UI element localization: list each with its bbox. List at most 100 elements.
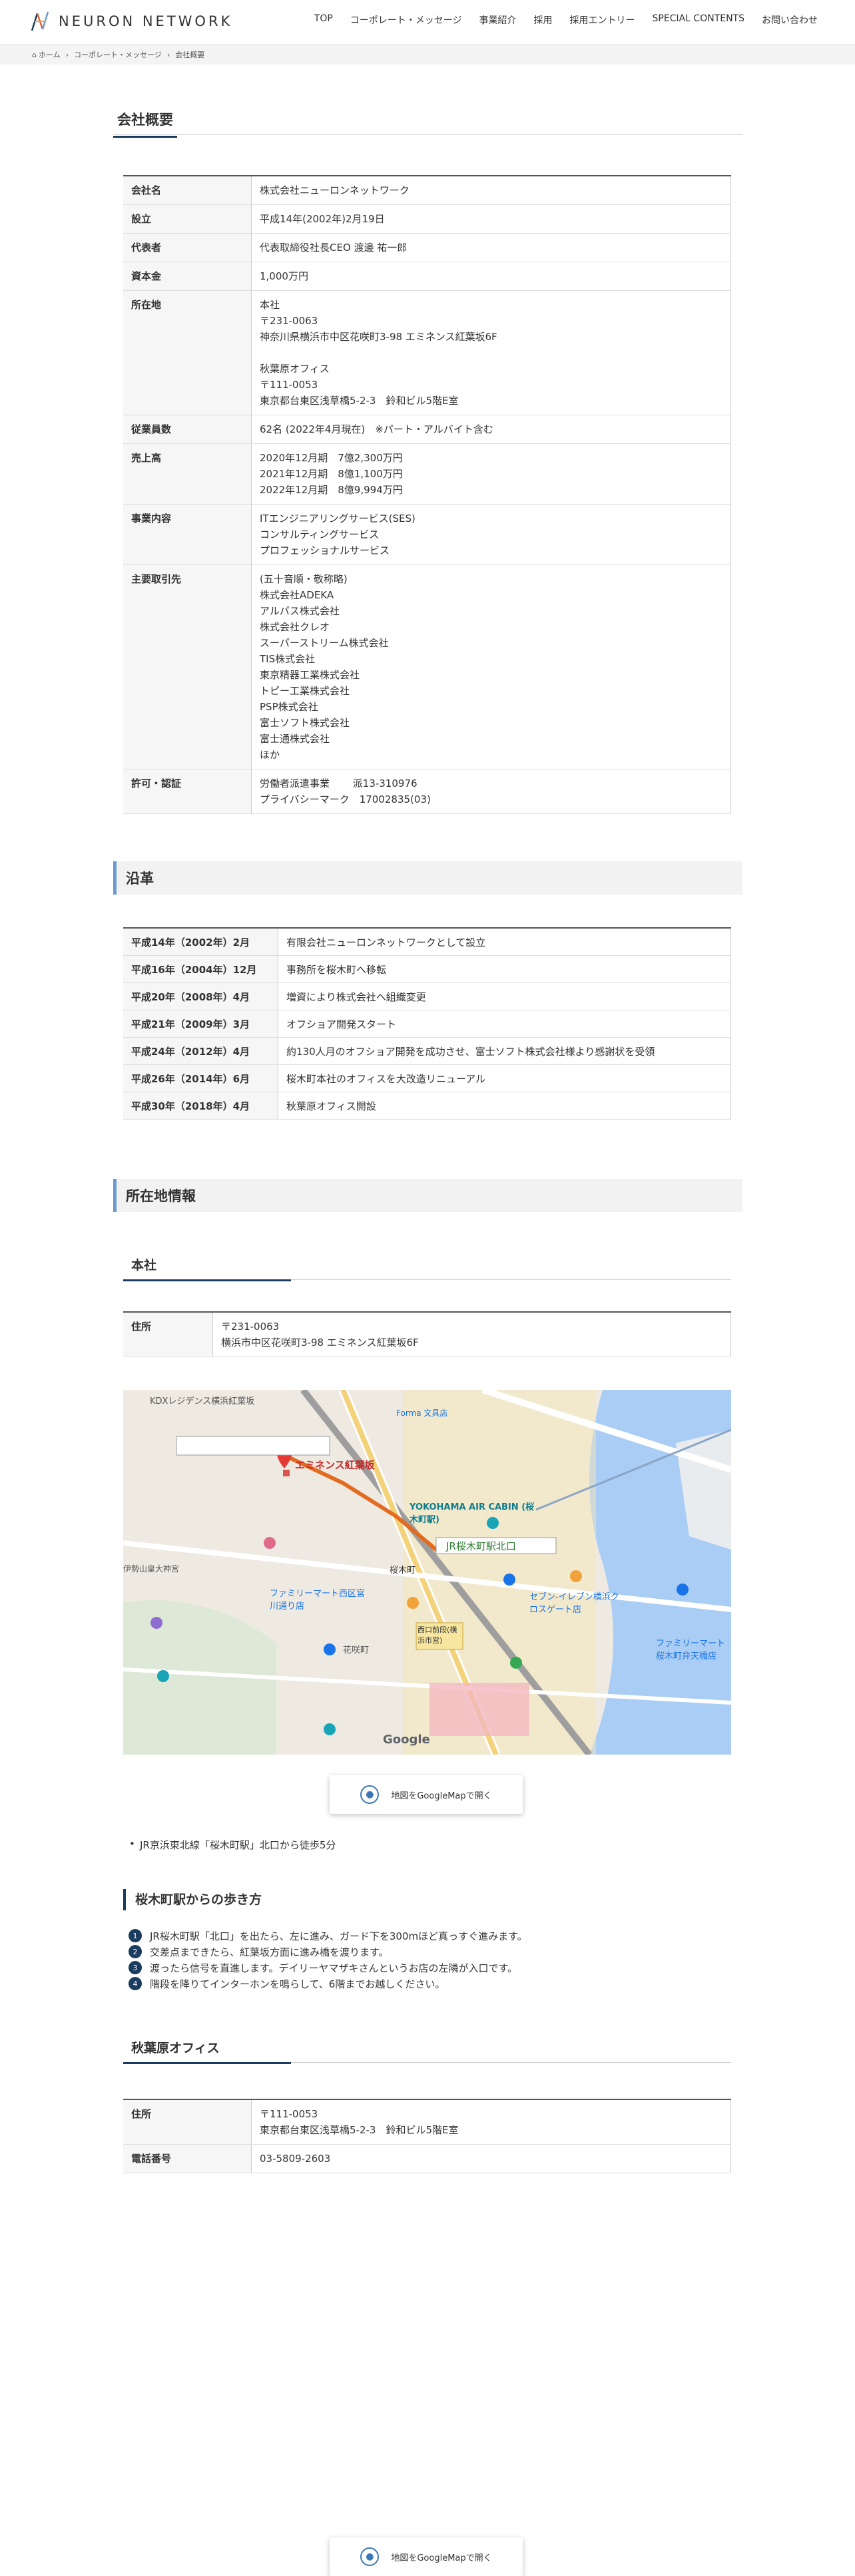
list-item: 1 JR桜木町駅「北口」を出たら、左に進み、ガード下を300mほど真っすぐ進みます… — [129, 1928, 527, 1944]
overview-label: 主要取引先 — [123, 564, 252, 769]
overview-value: 平成14年(2002年)2月19日 — [251, 204, 731, 234]
table-row: 設立 平成14年(2002年)2月19日 — [123, 204, 731, 234]
nav-top[interactable]: TOP — [314, 13, 333, 27]
history-event: 秋葉原オフィス開設 — [278, 1092, 731, 1120]
overview-value: (五十音順・敬称略) 株式会社ADEKA アルパス株式会社 株式会社クレオ スー… — [251, 564, 731, 769]
history-event: 増資により株式会社へ組織変更 — [278, 982, 731, 1010]
map-google-label: Google — [383, 1733, 430, 1747]
map-pin-icon: ● — [360, 1785, 380, 1804]
logo[interactable]: NEURON NETWORK — [29, 9, 232, 33]
hq-access: JR京浜東北線「桜木町駅」北口から徒歩5分 — [129, 1838, 336, 1852]
map-station-label: JR桜木町駅北口 — [446, 1540, 516, 1552]
step-number: 3 — [129, 1961, 142, 1974]
step-number: 1 — [129, 1929, 142, 1942]
history-date: 平成30年（2018年）4月 — [123, 1092, 278, 1120]
history-date: 平成26年（2014年）6月 — [123, 1064, 278, 1092]
history-date: 平成20年（2008年）4月 — [123, 982, 278, 1010]
overview-value: 本社 〒231-0063 神奈川県横浜市中区花咲町3-98 エミネンス紅葉坂6F… — [251, 290, 731, 415]
breadcrumb-sep: › — [166, 50, 170, 59]
breadcrumb-home[interactable]: ホーム — [39, 49, 61, 60]
list-item: 4 階段を降りてインターホンを鳴らして、6階までお越しください。 — [129, 1976, 527, 1992]
site-header: NEURON NETWORK TOP コーポレート・メッセージ 事業紹介 採用 … — [0, 0, 855, 45]
akiba-open-googlemap-button[interactable]: ● 地図をGoogleMapで開く — [330, 2537, 523, 2576]
location-heading: 所在地情報 — [113, 1179, 742, 1212]
map-hanasakicho-label: 花咲町 — [343, 1645, 370, 1655]
table-row: 会社名 株式会社ニューロンネットワーク — [123, 176, 731, 205]
map-family2-label: ファミリーマート桜木町弁天橋店 — [656, 1639, 726, 1661]
home-icon: ⌂ — [32, 50, 37, 59]
table-row: 平成26年（2014年）6月 桜木町本社のオフィスを大改造リニューアル — [123, 1064, 731, 1092]
nav-entry[interactable]: 採用エントリー — [570, 13, 635, 27]
nav-business[interactable]: 事業紹介 — [479, 13, 517, 27]
table-row: 平成14年（2002年）2月 有限会社ニューロンネットワークとして設立 — [123, 928, 731, 956]
list-item: 2 交差点まできたら、紅葉坂方面に進み橋を渡ります。 — [129, 1944, 527, 1960]
map-sakuragicho-label: 桜木町 — [390, 1566, 416, 1576]
table-row: 売上高 2020年12月期 7億2,300万円 2021年12月期 8億1,100… — [123, 443, 731, 505]
main-nav: TOP コーポレート・メッセージ 事業紹介 採用 採用エントリー SPECIAL… — [297, 13, 818, 27]
hq-address-table: 住所 〒231-0063 横浜市中区花咲町3-98 エミネンス紅葉坂6F — [123, 1311, 731, 1357]
map-graphic — [123, 1390, 731, 1755]
map-seven-label: セブン-イレブン横浜クロスゲート店 — [529, 1592, 619, 1615]
breadcrumb-current: 会社概要 — [175, 51, 205, 59]
table-row: 許可・認証 労働者派遣事業 派13-310976 プライバシーマーク 170028… — [123, 769, 731, 814]
overview-label: 会社名 — [123, 176, 252, 205]
overview-value: 株式会社ニューロンネットワーク — [251, 176, 731, 205]
history-date: 平成21年（2009年）3月 — [123, 1010, 278, 1038]
list-item: 3 渡ったら信号を直進します。デイリーヤマザキさんというお店の左隣が入口です。 — [129, 1960, 527, 1976]
breadcrumb-sep: › — [65, 50, 69, 59]
overview-label: 売上高 — [123, 443, 252, 505]
history-event: 事務所を桜木町へ移転 — [278, 955, 731, 983]
history-date: 平成16年（2004年）12月 — [123, 955, 278, 983]
table-row: 平成30年（2018年）4月 秋葉原オフィス開設 — [123, 1092, 731, 1120]
table-row: 代表者 代表取締役社長CEO 渡邊 祐一郎 — [123, 233, 731, 262]
map-yokohama-air-label: YOKOHAMA AIR CABIN (桜木町駅) — [410, 1502, 535, 1525]
hq-map[interactable]: エミネンス紅葉坂 JR桜木町駅北口 YOKOHAMA AIR CABIN (桜木… — [123, 1390, 731, 1755]
step-number: 2 — [129, 1945, 142, 1958]
address-label: 住所 — [123, 1312, 213, 1357]
history-event: オフショア開発スタート — [278, 1010, 731, 1038]
step-number: 4 — [129, 1977, 142, 1990]
nav-recruit[interactable]: 採用 — [534, 13, 553, 27]
overview-label: 設立 — [123, 204, 252, 234]
map-pin-icon: ● — [360, 2547, 380, 2566]
overview-label: 資本金 — [123, 262, 252, 291]
address-value: 〒231-0063 横浜市中区花咲町3-98 エミネンス紅葉坂6F — [212, 1312, 731, 1357]
akiba-table: 住所 〒111-0053 東京都台東区浅草橋5-2-3 鈴和ビル5階E室 電話番… — [123, 2099, 731, 2173]
overview-value: ITエンジニアリングサービス(SES) コンサルティングサービス プロフェッショ… — [251, 504, 731, 565]
map-family1-label: ファミリーマート西区宮川通り店 — [270, 1589, 366, 1611]
hq-open-googlemap-button[interactable]: ● 地図をGoogleMapで開く — [330, 1775, 523, 1814]
table-row: 住所 〒231-0063 横浜市中区花咲町3-98 エミネンス紅葉坂6F — [123, 1312, 731, 1357]
map-kousaten-label: 西口前段(横浜市営) — [418, 1625, 457, 1645]
overview-value: 62名 (2022年4月現在) ※パート・アルバイト含む — [251, 415, 731, 444]
phone-label: 電話番号 — [123, 2144, 252, 2173]
nav-contact[interactable]: お問い合わせ — [762, 13, 818, 27]
history-event: 桜木町本社のオフィスを大改造リニューアル — [278, 1064, 731, 1092]
table-row: 主要取引先 (五十音順・敬称略) 株式会社ADEKA アルパス株式会社 株式会社ク… — [123, 564, 731, 769]
nav-special-contents[interactable]: SPECIAL CONTENTS — [653, 13, 744, 27]
table-row: 電話番号 03-5809-2603 — [123, 2144, 731, 2173]
table-row: 資本金 1,000万円 — [123, 262, 731, 291]
history-heading: 沿革 — [113, 861, 742, 895]
overview-value: 労働者派遣事業 派13-310976 プライバシーマーク 17002835(03… — [251, 769, 731, 814]
nav-corporate-message[interactable]: コーポレート・メッセージ — [350, 13, 462, 27]
phone-value: 03-5809-2603 — [251, 2144, 731, 2173]
address-value: 〒111-0053 東京都台東区浅草橋5-2-3 鈴和ビル5階E室 — [251, 2099, 731, 2145]
hq-heading: 本社 — [123, 1253, 731, 1281]
table-row: 平成20年（2008年）4月 増資により株式会社へ組織変更 — [123, 982, 731, 1010]
breadcrumb-corporate[interactable]: コーポレート・メッセージ — [74, 49, 162, 60]
history-date: 平成24年（2012年）4月 — [123, 1037, 278, 1065]
overview-label: 許可・認証 — [123, 769, 252, 814]
history-date: 平成14年（2002年）2月 — [123, 928, 278, 956]
neuron-logo-icon — [29, 9, 52, 33]
overview-value: 2020年12月期 7億2,300万円 2021年12月期 8億1,100万円 … — [251, 443, 731, 505]
walk-heading: 桜木町駅からの歩き方 — [123, 1889, 262, 1910]
map-building-label: エミネンス紅葉坂 — [295, 1459, 375, 1471]
overview-label: 代表者 — [123, 233, 252, 262]
overview-label: 事業内容 — [123, 504, 252, 565]
overview-label: 従業員数 — [123, 415, 252, 444]
walk-steps: 1 JR桜木町駅「北口」を出たら、左に進み、ガード下を300mほど真っすぐ進みます… — [129, 1928, 527, 1992]
address-label: 住所 — [123, 2099, 252, 2145]
overview-value: 1,000万円 — [251, 262, 731, 291]
map-forma-label: Forma 文具店 — [396, 1408, 448, 1418]
breadcrumb: ⌂ ホーム › コーポレート・メッセージ › 会社概要 — [0, 45, 855, 65]
